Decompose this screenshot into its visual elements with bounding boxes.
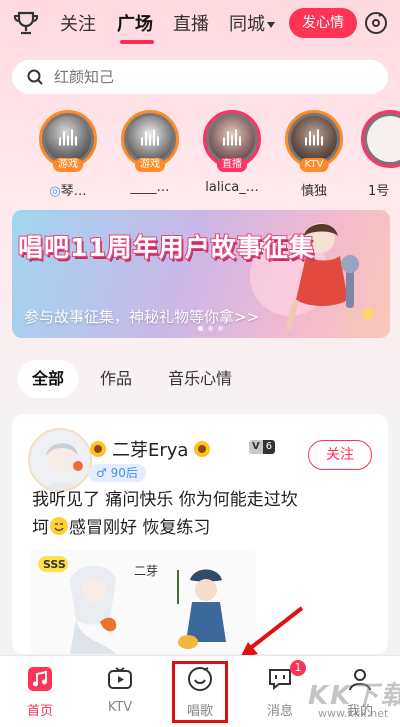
live-equalizer-icon: [59, 129, 77, 146]
tab-follow[interactable]: 关注: [60, 10, 96, 36]
post-card[interactable]: 二芽Erya V 6 ♂ 90后 关注 我听见了 痛问快乐 你为何能走过坎 坷感…: [12, 414, 388, 654]
image-caption: 二芽: [134, 564, 159, 578]
live-room-name: lalica_…: [205, 180, 259, 195]
banner-dot: [198, 326, 203, 331]
post-text-fragment: 感冒刚好 恢复练习: [69, 518, 211, 538]
avatar: 直播: [203, 110, 261, 172]
banner-title: 唱吧11周年用户故事征集: [18, 233, 315, 262]
tab-live[interactable]: 直播: [173, 10, 209, 36]
avatar[interactable]: [28, 428, 92, 492]
chevron-down-icon: [267, 22, 275, 28]
live-equalizer-icon: [141, 129, 159, 146]
tab-square[interactable]: 广场: [117, 10, 153, 36]
nav-label: 首页: [26, 704, 53, 719]
message-icon: [269, 669, 291, 691]
avatar: KTV: [285, 110, 343, 172]
live-type-badge: KTV: [299, 158, 329, 172]
trophy-icon[interactable]: [12, 9, 40, 37]
tab-same-city[interactable]: 同城: [229, 10, 275, 36]
post-username: 二芽Erya: [112, 440, 189, 461]
active-tab-indicator: [120, 40, 154, 44]
post-text-line: 我听见了 痛问快乐 你为何能走过坎: [32, 490, 298, 510]
live-room-name: 1号: [368, 184, 390, 199]
post-image[interactable]: SSS 二芽: [30, 550, 256, 654]
avatar: 游戏: [121, 110, 179, 172]
sunflower-icon: [194, 441, 211, 457]
live-room-item[interactable]: 1号: [358, 110, 400, 199]
nav-ktv[interactable]: KTV: [80, 656, 160, 727]
nav-label: KTV: [107, 700, 133, 715]
live-type-badge: 游戏: [53, 158, 83, 172]
unread-badge: 1: [290, 660, 306, 676]
sunflower-icon: [90, 441, 106, 457]
live-room-name-text: 琴…: [60, 184, 87, 199]
live-type-badge: 直播: [217, 158, 247, 172]
post-username-row[interactable]: 二芽Erya: [88, 436, 212, 462]
live-room-item[interactable]: 游戏 ◎琴…: [32, 110, 104, 199]
avatar-illustration: [45, 443, 83, 490]
live-type-badge: 游戏: [135, 158, 165, 172]
live-equalizer-icon: [305, 129, 323, 146]
banner-subtitle: 参与故事征集，神秘礼物等你拿>>: [24, 308, 260, 326]
promo-banner[interactable]: 唱吧11周年用户故事征集 参与故事征集，神秘礼物等你拿>>: [12, 210, 390, 338]
banner-dot: [218, 326, 223, 331]
smile-emoji-icon: [50, 517, 68, 535]
image-tag: SSS: [43, 558, 66, 571]
follow-button[interactable]: 关注: [308, 440, 372, 470]
live-room-item[interactable]: 直播 lalica_…: [196, 110, 268, 195]
avatar: [361, 110, 400, 168]
search-bar[interactable]: [12, 60, 388, 94]
live-room-name: 慎独: [300, 184, 327, 199]
top-header: 关注 广场 直播 同城 发心情: [0, 0, 400, 48]
live-room-name: ____…: [130, 180, 170, 195]
search-input[interactable]: [54, 68, 354, 86]
vip-level: 6: [262, 440, 276, 454]
tab-same-city-label: 同城: [229, 14, 265, 35]
annotation-highlight-box: [172, 661, 228, 723]
vip-level-badge: V 6: [249, 440, 276, 454]
avatar: 游戏: [39, 110, 97, 172]
search-icon: [27, 69, 43, 85]
live-equalizer-icon: [223, 129, 241, 146]
sing-record-icon[interactable]: [364, 11, 388, 35]
post-text: 我听见了 痛问快乐 你为何能走过坎 坷感冒刚好 恢复练习: [32, 486, 372, 542]
category-tabs: 全部 作品 音乐心情: [18, 360, 246, 400]
tab-all[interactable]: 全部: [18, 360, 79, 398]
live-room-item[interactable]: KTV 慎独: [278, 110, 350, 199]
post-text-fragment: 坷: [32, 518, 49, 538]
tab-music-mood[interactable]: 音乐心情: [154, 360, 246, 398]
live-room-name: ◎琴…: [49, 184, 87, 199]
banner-dot: [208, 326, 213, 331]
nav-home[interactable]: 首页: [0, 656, 80, 727]
music-note-icon: [28, 667, 52, 691]
post-text-line: 坷感冒刚好 恢复练习: [32, 514, 372, 542]
live-rooms-row: 游戏 ◎琴… 游戏 ____… 直播 lalica_… KTV 慎独 1号: [0, 110, 400, 206]
vip-letter: V: [249, 440, 263, 454]
tv-icon: [108, 667, 132, 689]
watermark-url: www.kkx.net: [318, 707, 389, 720]
banner-pagination: [198, 326, 223, 331]
live-room-item[interactable]: 游戏 ____…: [114, 110, 186, 195]
gender-age-badge: ♂ 90后: [88, 464, 146, 482]
post-mood-button[interactable]: 发心情: [289, 8, 357, 38]
tab-works[interactable]: 作品: [86, 360, 146, 398]
